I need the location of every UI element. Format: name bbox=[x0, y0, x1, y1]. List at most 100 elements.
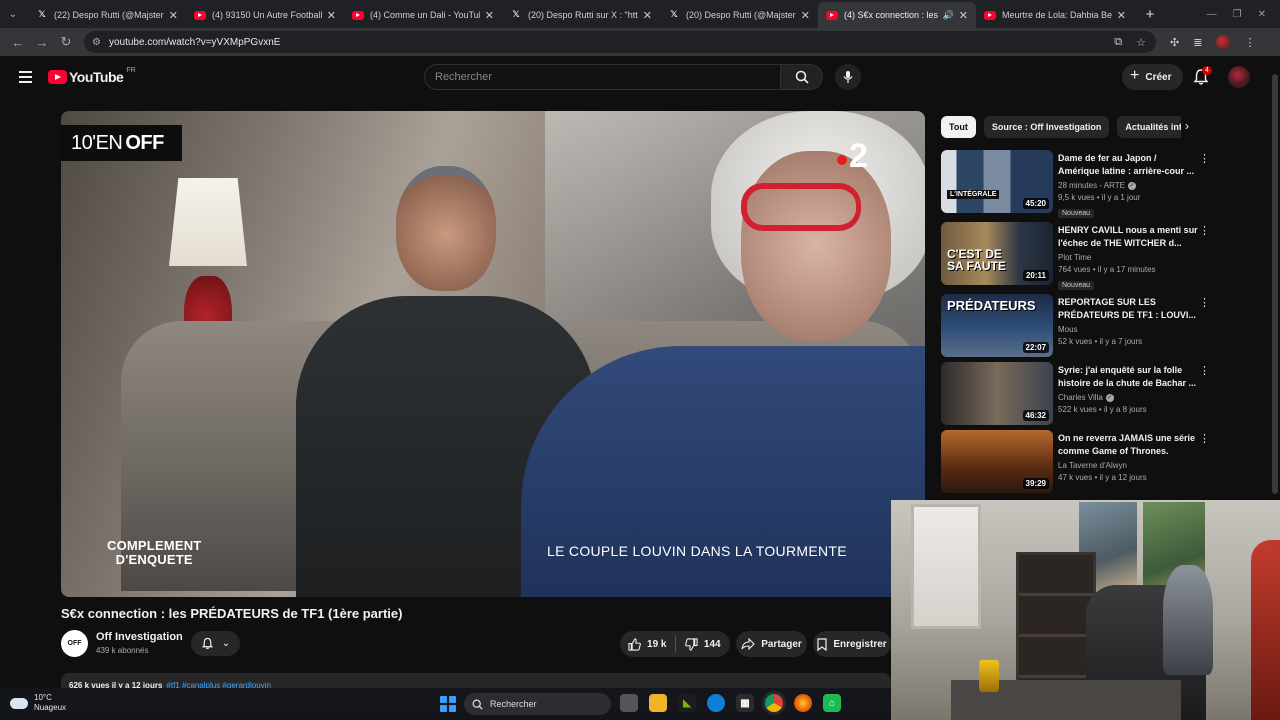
chrome-icon[interactable] bbox=[765, 694, 783, 712]
search-icon bbox=[795, 70, 809, 84]
like-button[interactable]: 19 k bbox=[620, 631, 675, 657]
scrollbar-thumb[interactable] bbox=[1272, 74, 1278, 494]
tab-close-icon[interactable]: ✕ bbox=[327, 9, 336, 22]
store-icon[interactable]: ▦ bbox=[736, 694, 754, 712]
recommendation-title[interactable]: REPORTAGE SUR LES PRÉDATEURS DE TF1 : LO… bbox=[1058, 296, 1198, 322]
browser-tab-active[interactable]: (4) S€x connection : les PRÉ... 🔊 ✕ bbox=[818, 2, 976, 28]
install-app-icon[interactable]: ⧉ bbox=[1114, 36, 1122, 49]
chip-all[interactable]: Tout bbox=[941, 116, 976, 138]
chevron-right-icon[interactable]: › bbox=[1185, 119, 1189, 133]
create-button[interactable]: + Créer bbox=[1122, 64, 1184, 90]
page-scrollbar[interactable] bbox=[1270, 56, 1280, 500]
video-thumbnail[interactable]: C'EST DE SA FAUTE 20:11 bbox=[941, 222, 1053, 285]
recommendation-title[interactable]: HENRY CAVILL nous a menti sur l'échec de… bbox=[1058, 224, 1198, 250]
video-thumbnail[interactable]: 39:29 bbox=[941, 430, 1053, 493]
browser-tab[interactable]: 𝕏 (22) Despo Rutti (@MajsterOff... ✕ bbox=[28, 2, 186, 28]
search-icon bbox=[472, 699, 483, 710]
share-button[interactable]: Partager bbox=[736, 631, 807, 657]
channel-name[interactable]: Off Investigation bbox=[96, 631, 183, 643]
video-thumbnail[interactable]: L'INTÉGRALE 45:20 bbox=[941, 150, 1053, 213]
weather-widget[interactable]: 10°C Nuageux bbox=[10, 693, 66, 713]
minimize-icon[interactable]: — bbox=[1207, 9, 1217, 20]
video-thumbnail[interactable]: 46:32 bbox=[941, 362, 1053, 425]
save-button[interactable]: Enregistrer bbox=[813, 631, 891, 657]
share-arrow-icon bbox=[741, 638, 755, 650]
address-bar[interactable]: ⚙ youtube.com/watch?v=yVXMpPGvxnE ⧉ ☆ bbox=[84, 31, 1156, 53]
browser-tab[interactable]: (4) Comme un Dali - YouTube ✕ bbox=[344, 2, 502, 28]
tab-close-icon[interactable]: ✕ bbox=[643, 9, 652, 22]
windows-start-icon[interactable] bbox=[440, 696, 456, 712]
extensions-puzzle-icon[interactable]: ✣ bbox=[1170, 36, 1179, 49]
edge-icon[interactable] bbox=[707, 694, 725, 712]
more-options-icon[interactable]: ⋮ bbox=[1199, 364, 1210, 377]
browser-tab[interactable]: Meurtre de Lola: Dahbia Benk... ✕ bbox=[976, 2, 1134, 28]
firefox-icon[interactable] bbox=[794, 694, 812, 712]
recommendation-channel[interactable]: La Taverne d'Alwyn bbox=[1058, 461, 1127, 470]
youtube-icon bbox=[352, 10, 364, 20]
youtube-play-icon bbox=[48, 70, 67, 84]
tab-close-icon[interactable]: ✕ bbox=[169, 9, 178, 22]
browser-tab[interactable]: 𝕏 (20) Despo Rutti sur X : "https:/... ✕ bbox=[502, 2, 660, 28]
bookmark-star-icon[interactable]: ☆ bbox=[1136, 36, 1146, 49]
dislike-button[interactable]: 144 bbox=[676, 631, 731, 657]
chip-news[interactable]: Actualités inte bbox=[1117, 116, 1181, 138]
subscription-notification-button[interactable]: ⌄ bbox=[191, 631, 240, 656]
task-view-icon[interactable] bbox=[620, 694, 638, 712]
new-badge: Nouveau bbox=[1058, 209, 1095, 218]
tab-close-icon[interactable]: ✕ bbox=[959, 9, 968, 22]
window-close-icon[interactable]: ✕ bbox=[1258, 9, 1266, 20]
tab-close-icon[interactable]: ✕ bbox=[1117, 9, 1126, 22]
media-controls-icon[interactable]: ≣ bbox=[1193, 36, 1202, 49]
recommendation-item[interactable]: PRÉDATEURS 22:07 REPORTAGE SUR LES PRÉDA… bbox=[941, 294, 1213, 362]
recommendation-title[interactable]: On ne reverra JAMAIS une série comme Gam… bbox=[1058, 432, 1198, 458]
tab-close-icon[interactable]: ✕ bbox=[801, 9, 810, 22]
recommendation-item[interactable]: 39:29 On ne reverra JAMAIS une série com… bbox=[941, 430, 1213, 498]
red-glasses-image bbox=[741, 183, 861, 231]
video-thumbnail[interactable]: PRÉDATEURS 22:07 bbox=[941, 294, 1053, 357]
recommendation-item[interactable]: L'INTÉGRALE 45:20 Dame de fer au Japon /… bbox=[941, 150, 1213, 218]
recommendation-channel[interactable]: Plot Time bbox=[1058, 253, 1091, 262]
more-options-icon[interactable]: ⋮ bbox=[1199, 224, 1210, 237]
new-tab-plus-icon[interactable]: + bbox=[1138, 6, 1162, 23]
app-icon[interactable]: ⌂ bbox=[823, 694, 841, 712]
site-info-icon[interactable]: ⚙ bbox=[92, 37, 101, 48]
recommendation-channel[interactable]: Charles Villa bbox=[1058, 393, 1103, 402]
reload-icon[interactable]: ↻ bbox=[54, 30, 78, 54]
maximize-icon[interactable]: ❐ bbox=[1233, 9, 1242, 20]
recommendation-title[interactable]: Syrie: j'ai enquêté sur la folle histoir… bbox=[1058, 364, 1198, 390]
tab-close-icon[interactable]: ✕ bbox=[485, 9, 494, 22]
nvidia-icon[interactable]: ◣ bbox=[678, 694, 696, 712]
video-player[interactable]: 10'EN OFF 2 COMPLEMENT D'ENQUETE LE COUPL… bbox=[61, 111, 925, 597]
recommendation-channel[interactable]: Mous bbox=[1058, 325, 1078, 334]
watermark-text: 10'EN bbox=[71, 131, 123, 154]
recommendation-channel[interactable]: 28 minutes - ARTE bbox=[1058, 181, 1125, 190]
tab-search-chevron-icon[interactable]: ⌄ bbox=[2, 3, 24, 25]
forward-arrow-icon[interactable]: → bbox=[30, 30, 54, 54]
profile-avatar-icon[interactable] bbox=[1216, 35, 1231, 49]
more-options-icon[interactable]: ⋮ bbox=[1199, 432, 1210, 445]
subscriber-count: 439 k abonnés bbox=[96, 646, 149, 655]
taskbar-search[interactable]: Rechercher bbox=[464, 693, 611, 715]
recommendation-title[interactable]: Dame de fer au Japon / Amérique latine :… bbox=[1058, 152, 1198, 178]
recommendation-item[interactable]: 46:32 Syrie: j'ai enquêté sur la folle h… bbox=[941, 362, 1213, 430]
back-arrow-icon[interactable]: ← bbox=[6, 30, 30, 54]
search-input[interactable] bbox=[424, 64, 781, 90]
channel-avatar[interactable]: OFF bbox=[61, 630, 88, 657]
speaker-icon[interactable]: 🔊 bbox=[943, 10, 954, 21]
browser-tab[interactable]: (4) 93150 Un Autre Football Ep... ✕ bbox=[186, 2, 344, 28]
recommendation-item[interactable]: C'EST DE SA FAUTE 20:11 HENRY CAVILL nou… bbox=[941, 222, 1213, 290]
youtube-icon bbox=[826, 10, 838, 20]
search-button[interactable] bbox=[781, 64, 823, 90]
browser-menu-icon[interactable]: ⋮ bbox=[1244, 36, 1255, 49]
chip-source[interactable]: Source : Off Investigation bbox=[983, 116, 1110, 138]
browser-tab[interactable]: 𝕏 (20) Despo Rutti (@MajsterOff... ✕ bbox=[660, 2, 818, 28]
account-avatar[interactable] bbox=[1228, 66, 1250, 88]
hamburger-menu-icon[interactable] bbox=[14, 65, 38, 89]
show-name-line2: D'ENQUETE bbox=[115, 551, 193, 567]
more-options-icon[interactable]: ⋮ bbox=[1199, 152, 1210, 165]
more-options-icon[interactable]: ⋮ bbox=[1199, 296, 1210, 309]
file-explorer-icon[interactable] bbox=[649, 694, 667, 712]
voice-search-button[interactable] bbox=[835, 64, 861, 90]
youtube-logo[interactable]: YouTube FR bbox=[48, 67, 136, 85]
show-watermark-logo: 10'EN OFF bbox=[61, 125, 182, 161]
